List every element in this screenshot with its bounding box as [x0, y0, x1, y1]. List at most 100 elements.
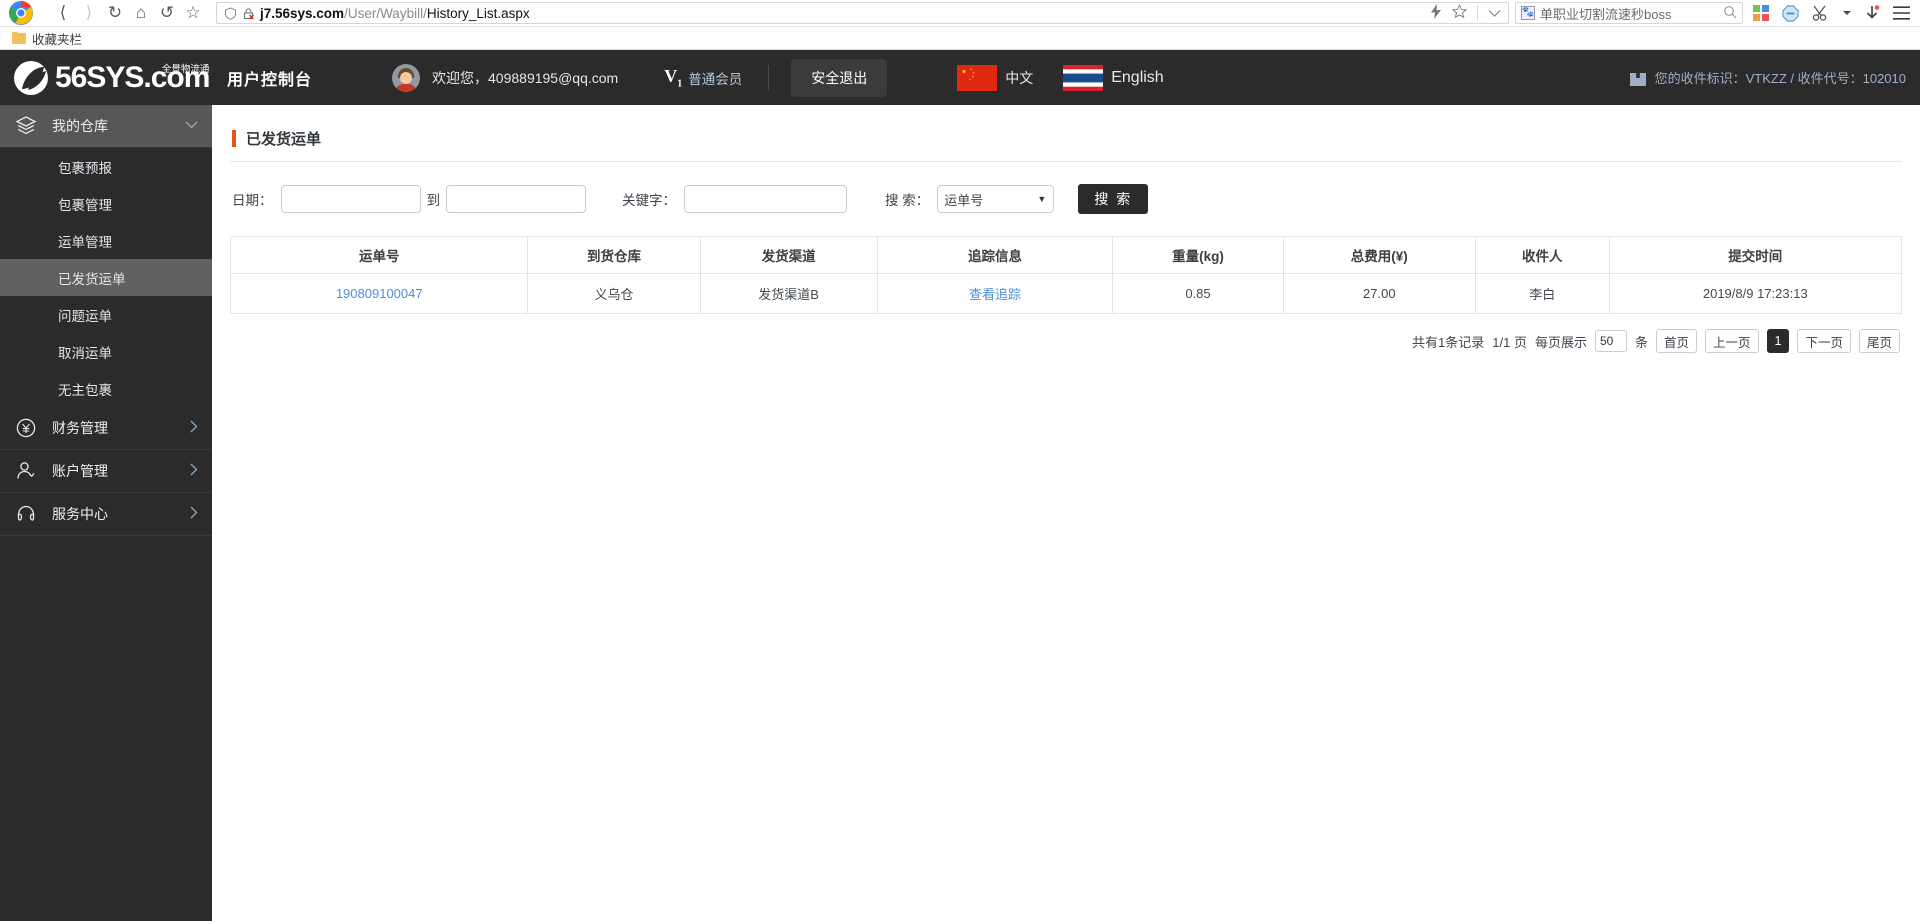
per-page-input[interactable] — [1594, 330, 1627, 352]
page-number-button-1[interactable]: 1 — [1766, 329, 1790, 353]
lightning-icon[interactable] — [1430, 4, 1442, 22]
waybill-table: 运单号 到货仓库 发货渠道 追踪信息 重量(kg) 总费用(¥) 收件人 提交时… — [229, 236, 1903, 314]
chevron-down-icon[interactable] — [1488, 6, 1501, 21]
search-button[interactable]: 搜 索 — [1078, 184, 1149, 214]
sidebar-group-my-warehouse[interactable]: 我的仓库 — [0, 105, 212, 148]
folder-icon — [12, 32, 26, 44]
search-type-label: 搜 索： — [885, 193, 930, 208]
waybill-no-link[interactable]: 190809100047 — [336, 286, 423, 301]
sidebar-group-label: 我的仓库 — [52, 118, 108, 134]
browser-search-box[interactable]: 🐾 单职业切割流速秒boss — [1515, 2, 1743, 24]
lang-option-chinese[interactable]: 中文 — [957, 64, 1033, 91]
search-type-value: 运单号 — [944, 192, 984, 208]
col-tracking: 追踪信息 — [876, 236, 1114, 274]
main-content: 已发货运单 日期： 到 关键字： 搜 索： 运单号 ▼ 搜 索 运单号 到货仓库… — [212, 105, 1920, 921]
page-title: 已发货运单 — [246, 130, 322, 148]
date-from-input[interactable] — [280, 185, 421, 213]
box-icon — [1629, 69, 1647, 87]
sidebar-item-shipped-waybills[interactable]: 已发货运单 — [0, 259, 212, 296]
scissors-capture-icon[interactable] — [1812, 5, 1830, 21]
apps-grid-icon[interactable] — [1753, 5, 1769, 21]
cell-receiver: 李白 — [1474, 273, 1610, 314]
bookmark-folder-label[interactable]: 收藏夹栏 — [32, 29, 82, 48]
sidebar-item-package-forecast[interactable]: 包裹预报 — [0, 148, 212, 185]
receiver-info-text: 您的收件标识：VTKZZ / 收件代号：102010 — [1654, 71, 1906, 86]
receiver-info: 您的收件标识：VTKZZ / 收件代号：102010 — [1629, 68, 1906, 87]
sidebar: 我的仓库 包裹预报 包裹管理 运单管理 已发货运单 问题运单 取消运单 无主包裹 — [0, 105, 212, 921]
next-page-button[interactable]: 下一页 — [1797, 329, 1851, 353]
caret-down-icon: ▼ — [1037, 194, 1047, 204]
forward-arrow-icon[interactable]: ⟩ — [76, 0, 102, 26]
sidebar-group-label: 服务中心 — [52, 506, 108, 522]
total-records-text: 共有1条记录 — [1412, 334, 1485, 350]
header-divider — [768, 64, 770, 91]
menu-icon[interactable] — [1893, 6, 1910, 20]
cell-submit-time: 2019/8/9 17:23:13 — [1608, 273, 1903, 314]
sidebar-item-label: 包裹预报 — [58, 160, 112, 176]
page-title-row: 已发货运单 — [230, 115, 1902, 161]
search-type-select[interactable]: 运单号 ▼ — [937, 185, 1055, 213]
omnibox-divider — [1477, 5, 1478, 21]
language-switcher: 中文 English — [957, 64, 1164, 91]
site-logo[interactable]: 全景物流通 56SYS.com — [0, 59, 225, 97]
sidebar-item-label: 取消运单 — [58, 345, 112, 361]
page-body: 我的仓库 包裹预报 包裹管理 运单管理 已发货运单 问题运单 取消运单 无主包裹 — [0, 105, 1920, 921]
paw-favicon: 🐾 — [1521, 6, 1535, 20]
col-warehouse: 到货仓库 — [527, 236, 701, 274]
sidebar-item-unclaimed-packages[interactable]: 无主包裹 — [0, 370, 212, 407]
view-tracking-link[interactable]: 查看追踪 — [969, 287, 1021, 302]
keyword-input[interactable] — [684, 185, 847, 213]
browser-toolbar: ⟨ ⟩ ↻ ⌂ ↺ ☆ j7.56sys.com/User/Waybill/Hi… — [0, 0, 1920, 27]
vip-badge-icon: V1 — [664, 65, 683, 90]
cell-fee: 27.00 — [1282, 273, 1476, 314]
console-title: 用户控制台 — [227, 71, 313, 89]
address-bar[interactable]: j7.56sys.com/User/Waybill/History_List.a… — [216, 2, 1509, 24]
col-fee: 总费用(¥) — [1282, 236, 1476, 274]
lang-option-english[interactable]: English — [1063, 64, 1164, 91]
sidebar-item-label: 运单管理 — [58, 234, 112, 250]
sidebar-item-package-management[interactable]: 包裹管理 — [0, 185, 212, 222]
cell-channel: 发货渠道B — [699, 273, 878, 314]
logout-button[interactable]: 安全退出 — [791, 58, 888, 97]
col-waybill-no: 运单号 — [229, 236, 529, 274]
sidebar-item-cancelled-waybills[interactable]: 取消运单 — [0, 333, 212, 370]
cell-warehouse: 义乌仓 — [527, 273, 701, 314]
star-icon[interactable]: ☆ — [180, 0, 206, 26]
logo-mark-icon — [12, 59, 50, 97]
chrome-logo-icon — [6, 0, 36, 26]
star-outline-icon[interactable] — [1451, 3, 1468, 22]
prev-page-button[interactable]: 上一页 — [1705, 329, 1759, 353]
sidebar-group-finance[interactable]: 财务管理 — [0, 407, 212, 450]
sidebar-item-problem-waybills[interactable]: 问题运单 — [0, 296, 212, 333]
adblock-icon[interactable] — [1782, 4, 1799, 22]
downloads-icon[interactable] — [1864, 4, 1880, 22]
per-page-label: 每页展示 — [1534, 334, 1587, 350]
scissors-dropdown-icon[interactable] — [1843, 10, 1851, 16]
first-page-button[interactable]: 首页 — [1655, 329, 1697, 353]
date-to-input[interactable] — [446, 185, 586, 213]
sidebar-group-service-center[interactable]: 服务中心 — [0, 493, 212, 536]
vip-level: V1 普通会员 — [664, 66, 742, 90]
reload-icon[interactable]: ↻ — [102, 0, 128, 26]
back-arrow-icon[interactable]: ⟨ — [50, 0, 76, 26]
history-back-icon[interactable]: ↺ — [154, 0, 180, 26]
sidebar-item-label: 已发货运单 — [58, 271, 126, 287]
keyword-label: 关键字： — [622, 193, 676, 208]
avatar[interactable] — [392, 63, 421, 92]
home-icon[interactable]: ⌂ — [128, 0, 154, 26]
extension-toolbar — [1749, 4, 1914, 22]
search-icon[interactable] — [1723, 5, 1737, 22]
pagination: 共有1条记录 1/1 页 每页展示 条 首页 上一页 1 下一页 尾页 — [230, 329, 1902, 353]
sidebar-group-account[interactable]: 账户管理 — [0, 450, 212, 493]
omnibox-actions — [1418, 3, 1501, 22]
site-header: 全景物流通 56SYS.com 用户控制台 欢迎您，409889195@qq.c… — [0, 50, 1920, 105]
title-accent-bar — [232, 129, 236, 147]
vip-label: 普通会员 — [688, 71, 743, 87]
last-page-button[interactable]: 尾页 — [1858, 329, 1900, 353]
table-row: 190809100047 义乌仓 发货渠道B 查看追踪 0.85 27.00 李… — [229, 273, 1903, 314]
bookmarks-bar: 收藏夹栏 — [0, 27, 1920, 50]
col-channel: 发货渠道 — [699, 236, 878, 274]
logo-text-wrap: 全景物流通 56SYS.com — [55, 62, 210, 93]
chevron-right-icon — [190, 463, 198, 479]
sidebar-item-waybill-management[interactable]: 运单管理 — [0, 222, 212, 259]
